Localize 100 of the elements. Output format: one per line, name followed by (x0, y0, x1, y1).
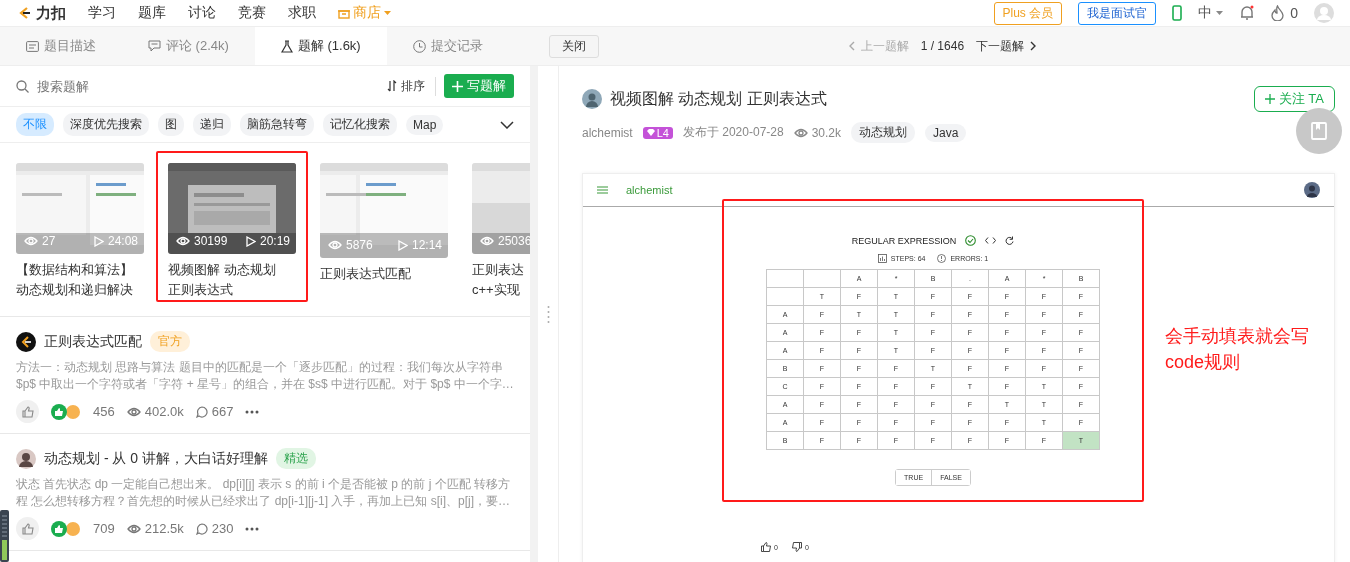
thumbs-up-icon[interactable] (761, 542, 771, 552)
eye-icon (126, 406, 141, 417)
reactions-icon (51, 403, 81, 420)
eye-icon (24, 236, 38, 246)
store-icon (338, 7, 350, 19)
more-icon[interactable] (245, 526, 260, 531)
flask-icon (280, 39, 293, 53)
bell-icon[interactable] (1239, 5, 1256, 21)
eye-icon (126, 523, 141, 534)
tag-chip[interactable]: 深度优先搜索 (63, 113, 149, 136)
solution-summary: 方法一：动态规划 思路与算法 题目中的匹配是一个「逐步匹配」的过程：我们每次从字符串 $p$ 中取出一个字符或者「字符 + 星号」的组合，并在 $s$ 中进行匹配。对于 $p$ 中一个字… (16, 359, 514, 393)
nav-link[interactable]: 题库 (138, 4, 166, 22)
thumbs-up-icon (21, 522, 34, 535)
like-button[interactable] (16, 517, 39, 540)
eye-icon (793, 127, 808, 138)
tag-chip[interactable]: Map (406, 114, 444, 135)
view-count: 27 (42, 234, 56, 248)
tab[interactable]: 题目描述 (0, 27, 122, 65)
solution-heading: 视频图解 动态规划 正则表达式 (610, 88, 827, 109)
search-field[interactable]: 搜索题解 (35, 77, 373, 95)
points-count: 0 (1290, 5, 1298, 21)
book-icon (1311, 122, 1327, 140)
video-title[interactable]: 动态规划和递归解决 (16, 280, 144, 300)
tag-chip[interactable]: 递归 (193, 113, 231, 136)
tag-chip[interactable]: 记忆化搜索 (323, 113, 397, 136)
nav-link[interactable]: 讨论 (188, 4, 216, 22)
play-icon (245, 235, 256, 247)
check-circle-icon[interactable] (965, 235, 977, 246)
level-meter-icon (0, 510, 9, 562)
logo-icon (16, 331, 36, 352)
plus-icon (452, 80, 463, 92)
comment-count: 230 (211, 521, 234, 536)
avatar-icon (1304, 182, 1320, 198)
thumbs-up-icon (21, 405, 34, 418)
topic-tag[interactable]: 动态规划 (851, 122, 915, 143)
video-title[interactable]: 视频图解 动态规划 (168, 260, 296, 280)
refresh-icon[interactable] (1005, 236, 1015, 245)
sort-icon (387, 80, 397, 92)
author-name[interactable]: alchemist (582, 125, 633, 140)
comment-icon (195, 522, 208, 535)
publish-date: 发布于 2020-07-28 (682, 124, 784, 141)
video-title[interactable]: 正则表达 (472, 260, 530, 280)
table-cell (766, 269, 804, 288)
sort-button[interactable]: 排序 (381, 76, 436, 96)
search-icon (16, 79, 29, 93)
code-icon[interactable] (985, 237, 997, 244)
comment-count: 667 (211, 404, 234, 419)
language-select[interactable]: 中 (1198, 4, 1224, 22)
chevron-right-icon (1030, 41, 1037, 51)
view-count: 212.5k (144, 521, 184, 536)
resize-handle-icon[interactable] (546, 305, 550, 325)
video-title[interactable]: 正则表达式匹配 (320, 264, 448, 284)
page-position: 1 / 1646 (920, 39, 965, 53)
video-title[interactable]: 【数据结构和算法】 (16, 260, 144, 280)
video-duration: 24:08 (107, 234, 138, 248)
table-cell (766, 287, 804, 306)
table-cell (803, 269, 841, 288)
annotation-text: 会手动填表就会写code规则 (1165, 325, 1310, 374)
view-count: 5876 (346, 238, 373, 252)
solution-title[interactable]: 正则表达式匹配 (44, 332, 142, 351)
view-count: 402.0k (144, 404, 184, 419)
like-count: 709 (93, 521, 115, 536)
view-count: 30199 (194, 234, 228, 248)
fire-icon (1271, 5, 1285, 21)
next-solution-button[interactable]: 下一题解 (976, 37, 1037, 55)
solution-title[interactable]: 动态规划 - 从 0 讲解，大白话好理解 (44, 449, 268, 468)
video-duration: 12:14 (411, 238, 442, 252)
chart-icon (877, 254, 887, 263)
solution-summary: 状态 首先状态 dp 一定能自己想出来。 dp[i][j] 表示 s 的前 i 个是否能被 p 的前 j 个匹配 转移方程 怎么想转移方程？首先想的时候从已经求出了 dp[i-1][j-1] 入手，再加上已知 s[i]、p[j]，要… (16, 476, 512, 510)
tag-chip[interactable]: 脑筋急转弯 (240, 113, 314, 136)
caret-icon (1216, 11, 1224, 15)
close-button[interactable]: 关闭 (548, 34, 599, 58)
nav-link[interactable]: 求职 (288, 4, 316, 22)
diamond-icon (646, 129, 655, 136)
video-duration: 20:19 (259, 234, 290, 248)
clock-icon (412, 39, 426, 53)
more-icon[interactable] (245, 409, 260, 414)
tab[interactable]: 评论 (2.4k) (122, 27, 255, 65)
user-name: alchemist (626, 184, 673, 196)
comment-icon (148, 40, 161, 52)
tab[interactable]: 提交记录 (386, 27, 509, 65)
tag-chip[interactable]: 图 (158, 113, 184, 136)
like-button[interactable] (16, 400, 39, 423)
like-count: 456 (93, 404, 115, 419)
topic-tag[interactable]: Java (925, 123, 967, 142)
phone-icon[interactable] (1172, 5, 1183, 21)
interviewer-button[interactable]: 我是面试官 (1078, 1, 1157, 25)
chevron-down-icon[interactable] (500, 120, 514, 129)
alert-icon (937, 254, 947, 263)
solution-badge: 官方 (150, 331, 190, 352)
caret-icon (384, 11, 391, 15)
nav-link[interactable]: 竞赛 (238, 4, 266, 22)
view-count: 25036 (498, 234, 530, 248)
animation-title: REGULAR EXPRESSION (851, 235, 957, 246)
video-title[interactable]: c++实现 (472, 280, 530, 300)
video-title[interactable]: 正则表达式 (168, 280, 296, 300)
reactions-icon (51, 520, 81, 537)
thumbs-down-icon[interactable] (791, 542, 802, 552)
nav-link[interactable]: 学习 (88, 4, 116, 22)
tab[interactable]: 题解 (1.6k) (254, 27, 387, 65)
